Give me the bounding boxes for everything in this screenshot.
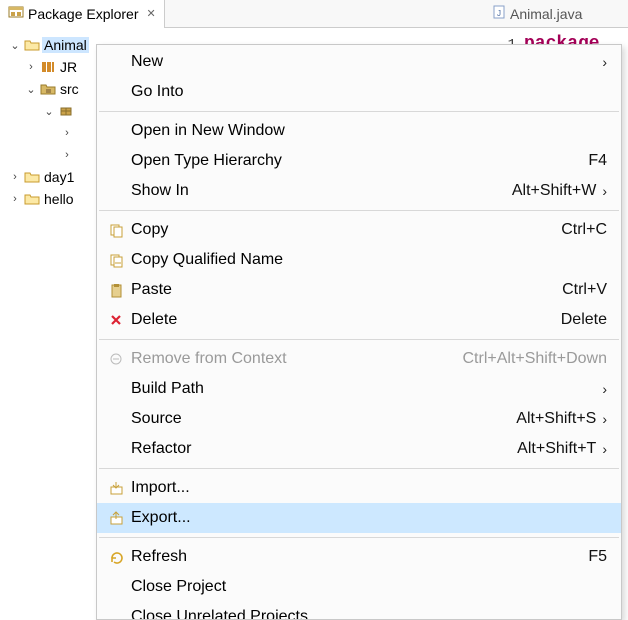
menu-copy[interactable]: Copy Ctrl+C	[97, 215, 621, 245]
menu-accel: Ctrl+Alt+Shift+Down	[462, 350, 607, 368]
menu-label: Show In	[127, 182, 189, 200]
context-menu: New › Go Into Open in New Window Open Ty…	[96, 44, 622, 620]
menu-accel: Alt+Shift+W	[512, 182, 596, 200]
java-file-icon: J	[492, 5, 506, 22]
menu-accel: Ctrl+C	[561, 221, 607, 239]
menu-delete[interactable]: Delete Delete	[97, 305, 621, 335]
package-explorer-tab-label: Package Explorer	[28, 6, 139, 22]
menu-label: Import...	[127, 479, 190, 497]
menu-build-path[interactable]: Build Path ›	[97, 374, 621, 404]
menu-label: Paste	[127, 281, 172, 299]
menu-label: Go Into	[127, 83, 183, 101]
submenu-arrow-icon: ›	[602, 381, 607, 397]
menu-refresh[interactable]: Refresh F5	[97, 542, 621, 572]
menu-label: Close Project	[127, 578, 226, 596]
menu-label: Refactor	[127, 440, 191, 458]
menu-label: Remove from Context	[127, 350, 287, 368]
menu-open-new-window[interactable]: Open in New Window	[97, 116, 621, 146]
menu-label: Export...	[127, 509, 191, 527]
chevron-right-icon[interactable]: ›	[60, 149, 74, 161]
menu-separator	[99, 339, 619, 340]
copy-qualified-icon	[105, 253, 127, 268]
menu-show-in[interactable]: Show In Alt+Shift+W ›	[97, 176, 621, 206]
menu-label: Close Unrelated Projects	[127, 608, 308, 620]
chevron-right-icon[interactable]: ›	[8, 171, 22, 183]
menu-label: Build Path	[127, 380, 204, 398]
menu-label: Open Type Hierarchy	[127, 152, 282, 170]
chevron-down-icon[interactable]: ⌄	[24, 83, 38, 96]
tree-item-label: hello	[42, 191, 76, 207]
menu-remove-context: Remove from Context Ctrl+Alt+Shift+Down	[97, 344, 621, 374]
menu-label: Copy	[127, 221, 168, 239]
submenu-arrow-icon: ›	[602, 411, 607, 427]
menu-paste[interactable]: Paste Ctrl+V	[97, 275, 621, 305]
menu-close-project[interactable]: Close Project	[97, 572, 621, 602]
menu-separator	[99, 537, 619, 538]
menu-accel: Alt+Shift+T	[517, 440, 596, 458]
package-icon	[58, 103, 74, 119]
tree-item-label: Animal	[42, 37, 89, 53]
menu-refactor[interactable]: Refactor Alt+Shift+T ›	[97, 434, 621, 464]
menu-label: Open in New Window	[127, 122, 285, 140]
project-icon	[24, 169, 40, 185]
menu-accel: Alt+Shift+S	[516, 410, 596, 428]
delete-icon	[105, 313, 127, 327]
chevron-down-icon[interactable]: ⌄	[42, 105, 56, 118]
source-folder-icon	[40, 81, 56, 97]
menu-accel: F4	[588, 152, 607, 170]
submenu-arrow-icon: ›	[602, 54, 607, 70]
menu-accel: F5	[588, 548, 607, 566]
menu-label: Delete	[127, 311, 177, 329]
export-icon	[105, 511, 127, 526]
close-icon[interactable]: ✕	[147, 7, 156, 20]
chevron-right-icon[interactable]: ›	[60, 127, 74, 139]
menu-open-type-hierarchy[interactable]: Open Type Hierarchy F4	[97, 146, 621, 176]
submenu-arrow-icon: ›	[602, 441, 607, 457]
menu-separator	[99, 111, 619, 112]
import-icon	[105, 481, 127, 496]
menu-separator	[99, 210, 619, 211]
remove-context-icon	[105, 352, 127, 366]
svg-text:J: J	[497, 9, 501, 18]
chevron-down-icon[interactable]: ⌄	[8, 39, 22, 52]
menu-import[interactable]: Import...	[97, 473, 621, 503]
library-icon	[40, 59, 56, 75]
menu-label: New	[127, 53, 163, 71]
menu-label: Copy Qualified Name	[127, 251, 283, 269]
editor-tab[interactable]: J Animal.java	[484, 0, 628, 28]
package-explorer-icon	[8, 4, 24, 23]
menu-go-into[interactable]: Go Into	[97, 77, 621, 107]
menu-label: Source	[127, 410, 182, 428]
menu-accel: Ctrl+V	[562, 281, 607, 299]
menu-new[interactable]: New ›	[97, 47, 621, 77]
menu-export[interactable]: Export...	[97, 503, 621, 533]
tree-item-label: src	[58, 81, 81, 97]
menu-separator	[99, 468, 619, 469]
refresh-icon	[105, 550, 127, 565]
paste-icon	[105, 283, 127, 298]
package-explorer-tab[interactable]: Package Explorer ✕	[0, 0, 165, 28]
menu-accel: Delete	[561, 311, 607, 329]
submenu-arrow-icon: ›	[602, 183, 607, 199]
chevron-right-icon[interactable]: ›	[8, 193, 22, 205]
tree-item-label: JR	[58, 59, 79, 75]
chevron-right-icon[interactable]: ›	[24, 61, 38, 73]
editor-tab-label: Animal.java	[510, 6, 582, 22]
tree-item-label: day1	[42, 169, 76, 185]
menu-source[interactable]: Source Alt+Shift+S ›	[97, 404, 621, 434]
menu-copy-qualified[interactable]: Copy Qualified Name	[97, 245, 621, 275]
project-open-icon	[24, 37, 40, 53]
menu-close-unrelated[interactable]: Close Unrelated Projects	[97, 602, 621, 620]
copy-icon	[105, 223, 127, 238]
menu-label: Refresh	[127, 548, 187, 566]
project-icon	[24, 191, 40, 207]
